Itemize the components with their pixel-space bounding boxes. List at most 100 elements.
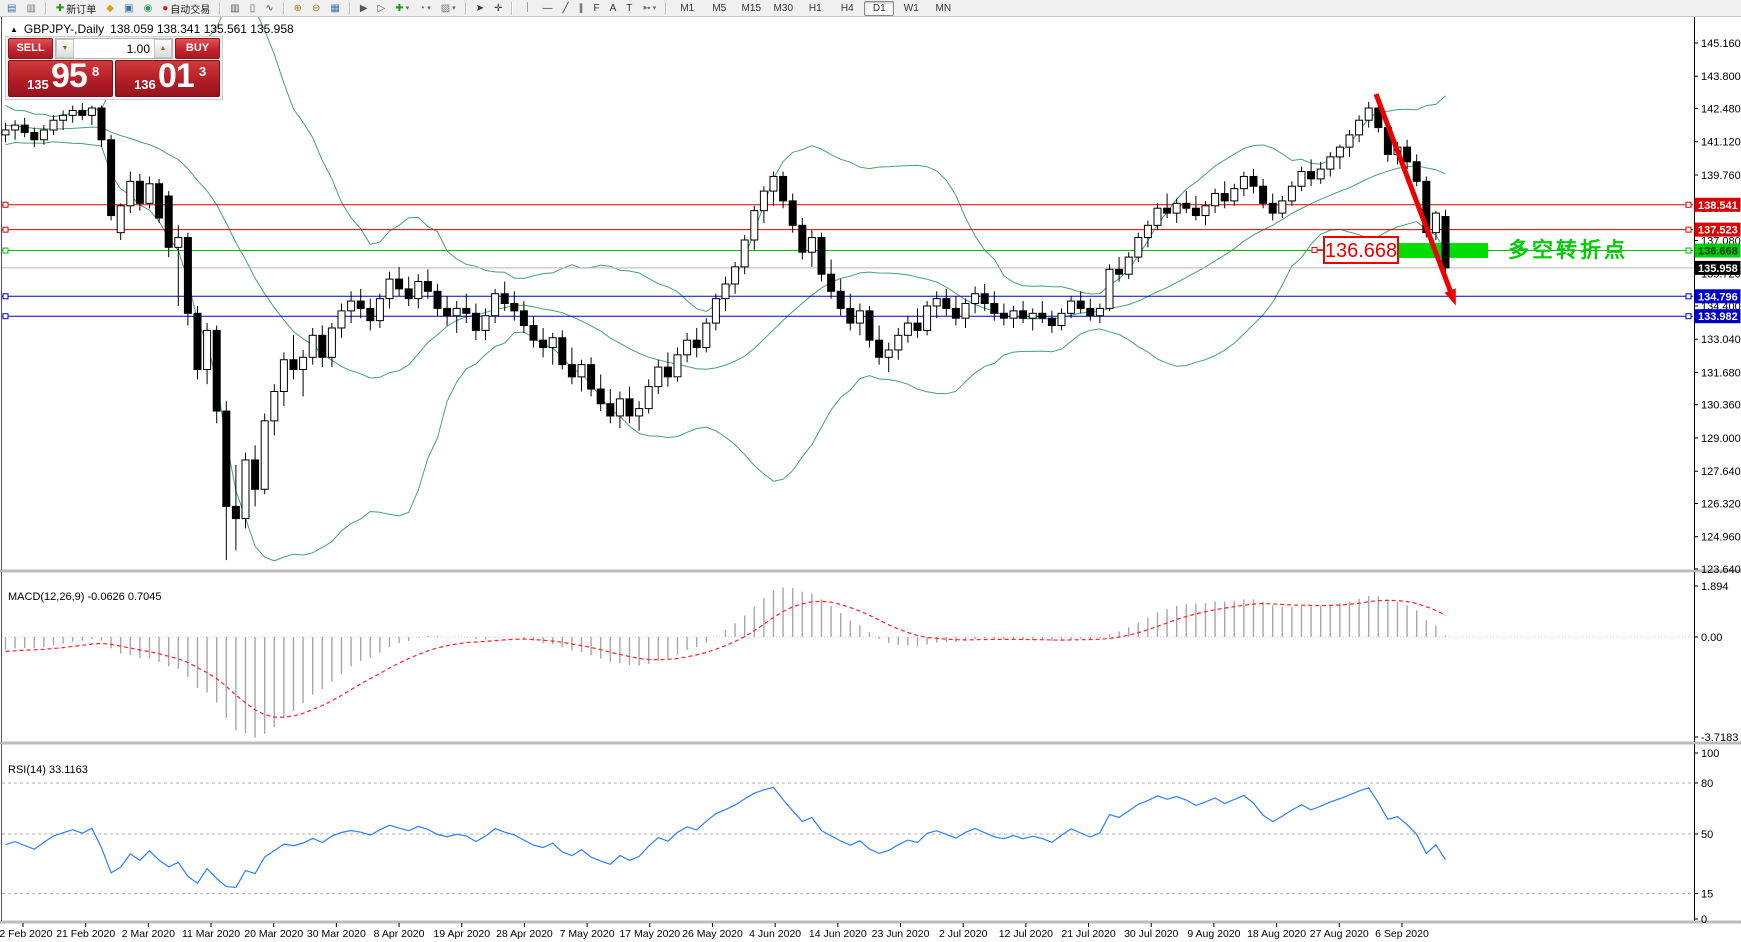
chart-shift-icon: ▷: [378, 1, 386, 16]
svg-text:7 May 2020: 7 May 2020: [560, 928, 615, 940]
auto-scroll-button[interactable]: ▶: [356, 0, 372, 17]
autotrading-icon: ●: [162, 1, 168, 16]
timeframe-w1-button[interactable]: W1: [896, 1, 926, 16]
autotrading-button[interactable]: ●自动交易: [158, 0, 214, 17]
volume-increase-button[interactable]: ▲: [154, 39, 172, 58]
svg-text:126.320: 126.320: [1701, 498, 1741, 510]
volume-input[interactable]: [74, 39, 154, 58]
text-tool-button[interactable]: A: [606, 0, 621, 17]
svg-text:27 Aug 2020: 27 Aug 2020: [1310, 928, 1369, 940]
timeframe-h4-button[interactable]: H4: [832, 1, 862, 16]
timeframe-mn-button[interactable]: MN: [928, 1, 958, 16]
pane-separator-main-macd[interactable]: [0, 570, 1741, 572]
timeframe-m30-button[interactable]: M30: [768, 1, 798, 16]
vertical-line-tool-icon: ｜: [522, 1, 532, 16]
tile-windows-button[interactable]: ▦: [326, 0, 343, 17]
svg-text:134.796: 134.796: [1698, 291, 1738, 303]
periods-clock-icon: ◔: [419, 1, 425, 16]
label-tool-button[interactable]: T: [622, 0, 636, 17]
line-chart-mode-icon: ∿: [265, 1, 273, 16]
timeframe-h1-button[interactable]: H1: [800, 1, 830, 16]
svg-text:20 Mar 2020: 20 Mar 2020: [244, 928, 303, 940]
strategy-tester-button[interactable]: ◉: [139, 0, 156, 17]
profiles-icon: ▥: [26, 1, 35, 16]
new-order-button[interactable]: ✚新订单: [52, 0, 100, 17]
fibonacci-tool-button[interactable]: F: [589, 0, 603, 17]
volume-decrease-button[interactable]: ▼: [56, 39, 74, 58]
vertical-line-tool-button[interactable]: ｜: [518, 0, 536, 17]
collapse-triangle-icon[interactable]: ▲: [10, 25, 18, 34]
zoom-in-button[interactable]: ⊕: [290, 0, 306, 17]
pane-separator-rsi-axis[interactable]: [0, 921, 1741, 923]
svg-text:50: 50: [1701, 829, 1713, 841]
bar-chart-mode-button[interactable]: ▥: [226, 0, 243, 17]
new-chart-button[interactable]: ▤: [3, 0, 20, 17]
cursor-tool-button[interactable]: ➤: [472, 0, 488, 17]
toolbar-separator: [283, 2, 285, 15]
chart-title: ▲ GBPJPY-,Daily 138.059 138.341 135.561 …: [10, 22, 294, 36]
timeframe-m5-button[interactable]: M5: [704, 1, 734, 16]
svg-text:123.640: 123.640: [1701, 564, 1741, 576]
svg-text:135.958: 135.958: [1698, 263, 1738, 275]
arrows-tool-icon: ➳: [642, 1, 650, 16]
horizontal-line-tool-button[interactable]: —: [538, 0, 556, 17]
candle-chart-mode-icon: ▯: [250, 1, 256, 16]
svg-text:129.000: 129.000: [1701, 433, 1741, 445]
arrows-tool-button[interactable]: ➳▾: [638, 0, 660, 17]
svg-text:-3.7183: -3.7183: [1701, 732, 1738, 744]
svg-text:136.668: 136.668: [1698, 246, 1738, 258]
svg-text:21 Jul 2020: 21 Jul 2020: [1061, 928, 1115, 940]
svg-text:131.680: 131.680: [1701, 367, 1741, 379]
templates-dropdown-icon[interactable]: ▾: [452, 4, 456, 12]
svg-text:80: 80: [1701, 778, 1713, 790]
svg-text:138.541: 138.541: [1698, 200, 1738, 212]
indicators-add-dropdown-icon[interactable]: ▾: [406, 4, 410, 12]
sell-button[interactable]: SELL: [8, 38, 53, 59]
timeframe-d1-button[interactable]: D1: [864, 1, 894, 16]
indicators-add-button[interactable]: ✚▾: [391, 0, 413, 17]
svg-text:137.523: 137.523: [1698, 225, 1738, 237]
buy-button[interactable]: BUY: [175, 38, 220, 59]
ohlc-values: 138.059 138.341 135.561 135.958: [110, 22, 294, 36]
svg-text:124.960: 124.960: [1701, 532, 1741, 544]
svg-text:143.800: 143.800: [1701, 71, 1741, 83]
channel-tool-button[interactable]: ∥: [574, 0, 587, 17]
price-callout[interactable]: 136.668: [1312, 237, 1398, 263]
periods-clock-dropdown-icon[interactable]: ▾: [427, 4, 431, 12]
svg-text:130.360: 130.360: [1701, 400, 1741, 412]
bar-chart-mode-icon: ▥: [230, 1, 239, 16]
trendline-tool-button[interactable]: ╱: [558, 0, 572, 17]
toolbar-separator: [349, 2, 351, 15]
timeframe-m15-button[interactable]: M15: [736, 1, 766, 16]
buy-price-tile[interactable]: 136 01 3: [115, 60, 220, 97]
line-chart-mode-button[interactable]: ∿: [261, 0, 277, 17]
terminal-icon: ▣: [124, 1, 133, 16]
arrows-tool-dropdown-icon[interactable]: ▾: [653, 4, 657, 12]
chart-shift-button[interactable]: ▷: [374, 0, 390, 17]
svg-text:11 Mar 2020: 11 Mar 2020: [182, 928, 240, 940]
market-watch-button[interactable]: ◆: [102, 0, 118, 17]
sell-price-tile[interactable]: 135 95 8: [8, 60, 113, 97]
svg-text:139.760: 139.760: [1701, 170, 1741, 182]
zoom-out-button[interactable]: ⊖: [308, 0, 324, 17]
toolbar-separator: [665, 2, 667, 15]
autotrading-label: 自动交易: [170, 1, 210, 16]
toolbar: ▤▥✚新订单◆▣◉●自动交易▥▯∿⊕⊖▦▶▷✚▾◔▾▨▾➤✛｜—╱∥FAT➳▾M…: [0, 0, 1741, 17]
terminal-button[interactable]: ▣: [120, 0, 137, 17]
svg-text:14 Jun 2020: 14 Jun 2020: [809, 928, 867, 940]
profiles-button[interactable]: ▥: [22, 0, 39, 17]
svg-text:12 Jul 2020: 12 Jul 2020: [999, 928, 1053, 940]
turning-point-text[interactable]: 多空转折点: [1508, 238, 1628, 262]
crosshair-tool-button[interactable]: ✛: [490, 0, 506, 17]
buy-price-main: 01: [158, 60, 194, 96]
candle-chart-mode-button[interactable]: ▯: [246, 0, 260, 17]
timeframe-m1-button[interactable]: M1: [672, 1, 702, 16]
templates-button[interactable]: ▨▾: [437, 0, 460, 17]
toolbar-separator: [45, 2, 47, 15]
new-order-label: 新订单: [66, 1, 96, 16]
periods-clock-button[interactable]: ◔▾: [415, 0, 435, 17]
crosshair-tool-icon: ✛: [494, 1, 502, 16]
svg-text:30 Jul 2020: 30 Jul 2020: [1124, 928, 1178, 940]
pane-separator-macd-rsi[interactable]: [0, 742, 1741, 744]
svg-text:133.040: 133.040: [1701, 334, 1741, 346]
